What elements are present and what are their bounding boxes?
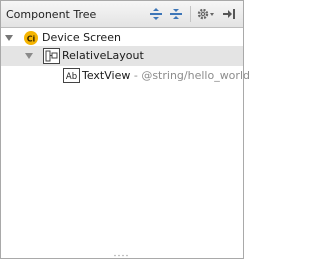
textview-detail: - @string/hello_world [133,69,250,82]
settings-button[interactable] [195,5,217,23]
tree-label-textview: TextView - @string/hello_world [82,69,250,82]
tree-row-textview[interactable]: Ab TextView - @string/hello_world [1,66,250,86]
textview-name: TextView [82,69,131,82]
panel-header: Component Tree [1,1,243,28]
tree-label-device-screen: Device Screen [42,31,121,44]
component-tree-panel: Component Tree Ci Device Screen Relative… [0,0,250,259]
expand-all-button[interactable] [147,5,165,23]
tree-row-relative-layout[interactable]: RelativeLayout [1,46,243,66]
resize-grip-icon[interactable] [113,254,131,257]
tree-label-relative-layout: RelativeLayout [62,49,144,62]
expand-all-icon [150,8,162,20]
tree-row-device-screen[interactable]: Ci Device Screen [1,28,243,48]
textview-icon: Ab [63,68,80,86]
svg-text:Ci: Ci [27,35,36,44]
panel-title: Component Tree [6,8,97,21]
expand-arrow-icon[interactable] [3,28,15,48]
expand-arrow-icon[interactable] [23,46,35,66]
toolbar-separator [190,6,191,22]
svg-text:Ab: Ab [66,72,77,82]
gear-icon [197,8,214,20]
collapse-all-button[interactable] [167,5,185,23]
hide-panel-button[interactable] [220,5,238,23]
relative-layout-icon [43,48,60,67]
hide-panel-icon [223,9,235,19]
collapse-all-icon [170,9,182,19]
